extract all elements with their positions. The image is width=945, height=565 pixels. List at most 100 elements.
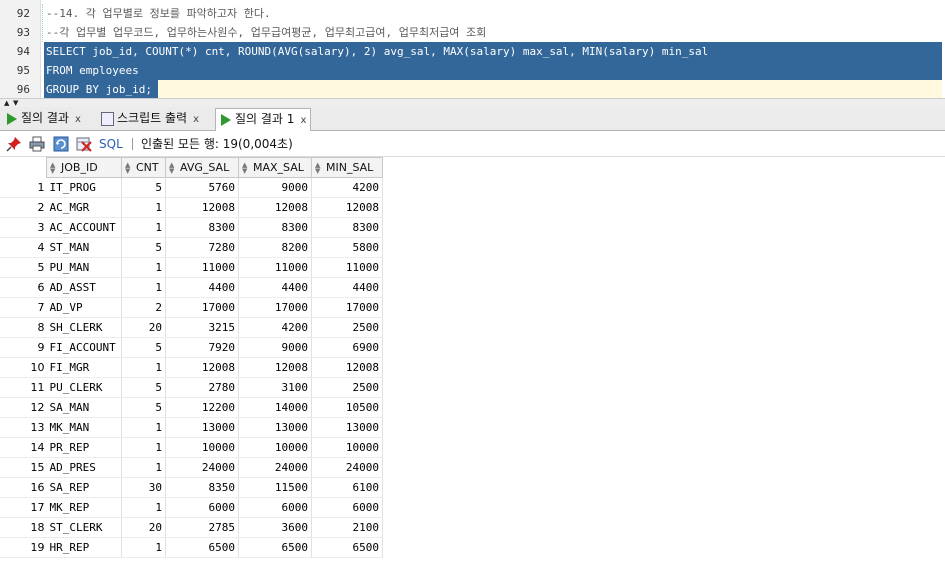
cell-min-sal[interactable]: 6900: [311, 337, 383, 358]
cell-cnt[interactable]: 1: [121, 277, 166, 298]
cell-job-id[interactable]: IT_PROG: [46, 177, 122, 198]
cell-avg-sal[interactable]: 12008: [165, 357, 239, 378]
cell-job-id[interactable]: SA_MAN: [46, 397, 122, 418]
cell-max-sal[interactable]: 6500: [238, 537, 312, 558]
cell-cnt[interactable]: 1: [121, 357, 166, 378]
cell-avg-sal[interactable]: 17000: [165, 297, 239, 318]
table-row[interactable]: 19 HR_REP 1 6500 6500 6500: [0, 537, 383, 558]
code-line-group-by[interactable]: GROUP BY job_id;: [46, 80, 152, 98]
table-row[interactable]: 5 PU_MAN 1 11000 11000 11000: [0, 257, 383, 278]
cell-avg-sal[interactable]: 24000: [165, 457, 239, 478]
cell-max-sal[interactable]: 3600: [238, 517, 312, 538]
cell-min-sal[interactable]: 5800: [311, 237, 383, 258]
cell-min-sal[interactable]: 11000: [311, 257, 383, 278]
refresh-icon[interactable]: [53, 136, 69, 152]
cell-min-sal[interactable]: 4200: [311, 177, 383, 198]
cell-max-sal[interactable]: 14000: [238, 397, 312, 418]
cell-max-sal[interactable]: 12008: [238, 357, 312, 378]
cell-cnt[interactable]: 5: [121, 337, 166, 358]
cell-min-sal[interactable]: 8300: [311, 217, 383, 238]
cell-job-id[interactable]: PR_REP: [46, 437, 122, 458]
cell-max-sal[interactable]: 11000: [238, 257, 312, 278]
cell-cnt[interactable]: 2: [121, 297, 166, 318]
cell-avg-sal[interactable]: 10000: [165, 437, 239, 458]
tab-query-result[interactable]: 질의 결과 x: [2, 108, 85, 129]
cell-min-sal[interactable]: 10000: [311, 437, 383, 458]
cell-max-sal[interactable]: 4200: [238, 317, 312, 338]
print-icon[interactable]: [29, 136, 45, 152]
cell-max-sal[interactable]: 9000: [238, 177, 312, 198]
table-row[interactable]: 3 AC_ACCOUNT 1 8300 8300 8300: [0, 217, 383, 238]
cell-max-sal[interactable]: 17000: [238, 297, 312, 318]
pin-icon[interactable]: [6, 136, 22, 152]
cancel-query-icon[interactable]: [76, 136, 92, 152]
cell-min-sal[interactable]: 10500: [311, 397, 383, 418]
code-line-from[interactable]: FROM employees: [46, 61, 139, 80]
cell-min-sal[interactable]: 4400: [311, 277, 383, 298]
close-icon[interactable]: x: [300, 110, 306, 131]
cell-job-id[interactable]: PU_CLERK: [46, 377, 122, 398]
column-header-avg-sal[interactable]: ▲ ▼ AVG_SAL: [165, 157, 239, 178]
cell-max-sal[interactable]: 24000: [238, 457, 312, 478]
cell-job-id[interactable]: AD_VP: [46, 297, 122, 318]
cell-max-sal[interactable]: 4400: [238, 277, 312, 298]
table-row[interactable]: 17 MK_REP 1 6000 6000 6000: [0, 497, 383, 518]
cell-avg-sal[interactable]: 8350: [165, 477, 239, 498]
collapse-up-icon[interactable]: ▲: [4, 99, 9, 107]
table-row[interactable]: 6 AD_ASST 1 4400 4400 4400: [0, 277, 383, 298]
cell-max-sal[interactable]: 8300: [238, 217, 312, 238]
cell-cnt[interactable]: 5: [121, 397, 166, 418]
cell-job-id[interactable]: SH_CLERK: [46, 317, 122, 338]
code-line-comment[interactable]: --각 업무별 업무코드, 업무하는사원수, 업무급여평균, 업무최고급여, 업…: [46, 23, 486, 42]
code-line-comment[interactable]: --14. 각 업무별로 정보를 파악하고자 한다.: [46, 4, 271, 23]
cell-cnt[interactable]: 1: [121, 217, 166, 238]
table-row[interactable]: 18 ST_CLERK 20 2785 3600 2100: [0, 517, 383, 538]
cell-min-sal[interactable]: 2500: [311, 317, 383, 338]
table-row[interactable]: 13 MK_MAN 1 13000 13000 13000: [0, 417, 383, 438]
collapse-down-icon[interactable]: ▼: [13, 99, 18, 107]
cell-cnt[interactable]: 1: [121, 197, 166, 218]
column-header-job-id[interactable]: ▲ ▼ JOB_ID: [46, 157, 122, 178]
cell-cnt[interactable]: 30: [121, 477, 166, 498]
cell-cnt[interactable]: 1: [121, 537, 166, 558]
column-header-cnt[interactable]: ▲ ▼ CNT: [121, 157, 166, 178]
cell-avg-sal[interactable]: 2785: [165, 517, 239, 538]
table-row[interactable]: 2 AC_MGR 1 12008 12008 12008: [0, 197, 383, 218]
table-row[interactable]: 9 FI_ACCOUNT 5 7920 9000 6900: [0, 337, 383, 358]
cell-avg-sal[interactable]: 13000: [165, 417, 239, 438]
cell-cnt[interactable]: 1: [121, 497, 166, 518]
cell-avg-sal[interactable]: 2780: [165, 377, 239, 398]
tab-script-output[interactable]: 스크립트 출력 x: [97, 108, 203, 129]
sql-link[interactable]: SQL: [99, 136, 123, 152]
cell-min-sal[interactable]: 24000: [311, 457, 383, 478]
cell-min-sal[interactable]: 2500: [311, 377, 383, 398]
cell-avg-sal[interactable]: 12008: [165, 197, 239, 218]
cell-cnt[interactable]: 5: [121, 237, 166, 258]
cell-max-sal[interactable]: 9000: [238, 337, 312, 358]
cell-cnt[interactable]: 1: [121, 417, 166, 438]
cell-job-id[interactable]: MK_MAN: [46, 417, 122, 438]
cell-cnt[interactable]: 5: [121, 177, 166, 198]
cell-job-id[interactable]: PU_MAN: [46, 257, 122, 278]
cell-job-id[interactable]: ST_CLERK: [46, 517, 122, 538]
table-row[interactable]: 15 AD_PRES 1 24000 24000 24000: [0, 457, 383, 478]
cell-cnt[interactable]: 5: [121, 377, 166, 398]
table-row[interactable]: 1 IT_PROG 5 5760 9000 4200: [0, 177, 383, 198]
cell-min-sal[interactable]: 13000: [311, 417, 383, 438]
cell-avg-sal[interactable]: 6000: [165, 497, 239, 518]
cell-cnt[interactable]: 1: [121, 457, 166, 478]
code-line-select[interactable]: SELECT job_id, COUNT(*) cnt, ROUND(AVG(s…: [46, 42, 708, 61]
close-icon[interactable]: x: [193, 109, 199, 130]
cell-cnt[interactable]: 1: [121, 257, 166, 278]
table-row[interactable]: 12 SA_MAN 5 12200 14000 10500: [0, 397, 383, 418]
table-row[interactable]: 10 FI_MGR 1 12008 12008 12008: [0, 357, 383, 378]
cell-cnt[interactable]: 20: [121, 317, 166, 338]
cell-job-id[interactable]: ST_MAN: [46, 237, 122, 258]
cell-max-sal[interactable]: 11500: [238, 477, 312, 498]
cell-max-sal[interactable]: 6000: [238, 497, 312, 518]
cell-cnt[interactable]: 1: [121, 437, 166, 458]
table-row[interactable]: 11 PU_CLERK 5 2780 3100 2500: [0, 377, 383, 398]
cell-min-sal[interactable]: 12008: [311, 197, 383, 218]
cell-job-id[interactable]: HR_REP: [46, 537, 122, 558]
cell-avg-sal[interactable]: 12200: [165, 397, 239, 418]
